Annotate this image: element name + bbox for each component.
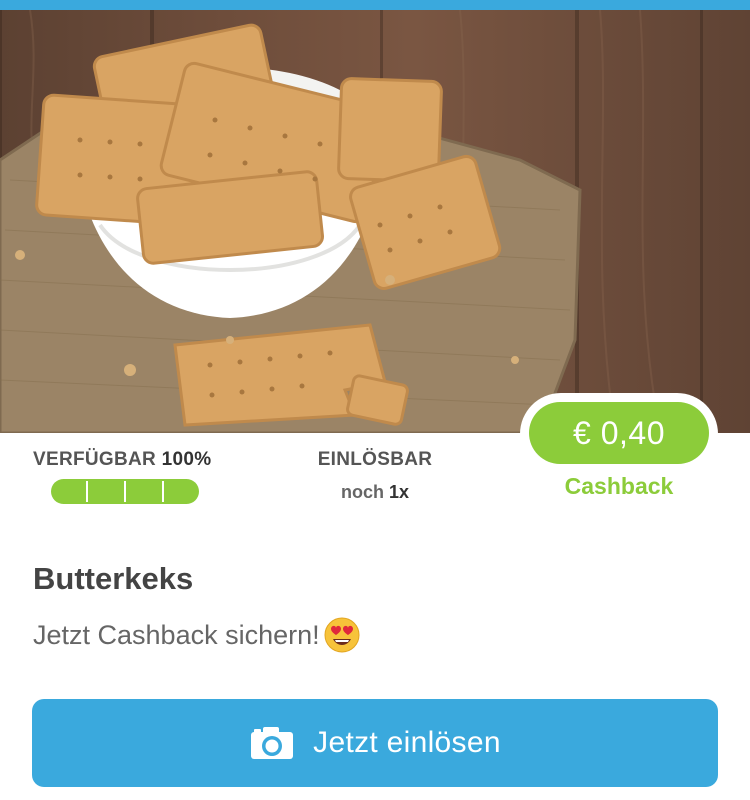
product-tagline: Jetzt Cashback sichern! [33,616,361,654]
cashback-label: Cashback [564,473,674,499]
availability-label: VERFÜGBAR 100% [33,449,211,471]
cashback-amount-badge: € 0,40 [529,402,709,464]
redeemable-number: 1x [388,482,410,502]
heart-eyes-emoji-icon [323,616,361,654]
progress-divider [124,481,126,502]
redeem-button-label: Jetzt einlösen [313,726,501,759]
tagline-text: Jetzt Cashback sichern! [33,619,320,650]
progress-divider [162,481,164,502]
availability-progress-bar [51,479,199,504]
butter-biscuits-illustration [0,10,703,433]
camera-icon [251,727,294,759]
redeemable-prefix: noch [340,482,384,502]
availability-title: VERFÜGBAR [33,449,157,470]
redeem-button[interactable]: Jetzt einlösen [32,699,718,787]
redeemable-label: EINLÖSBAR [317,449,433,470]
product-image [0,10,750,433]
top-accent-bar [0,0,750,10]
product-title: Butterkeks [33,561,194,596]
availability-value: 100% [161,449,212,470]
cashback-amount: € 0,40 [573,414,665,451]
redeemable-count: noch 1x [300,482,450,503]
progress-divider [86,481,88,502]
